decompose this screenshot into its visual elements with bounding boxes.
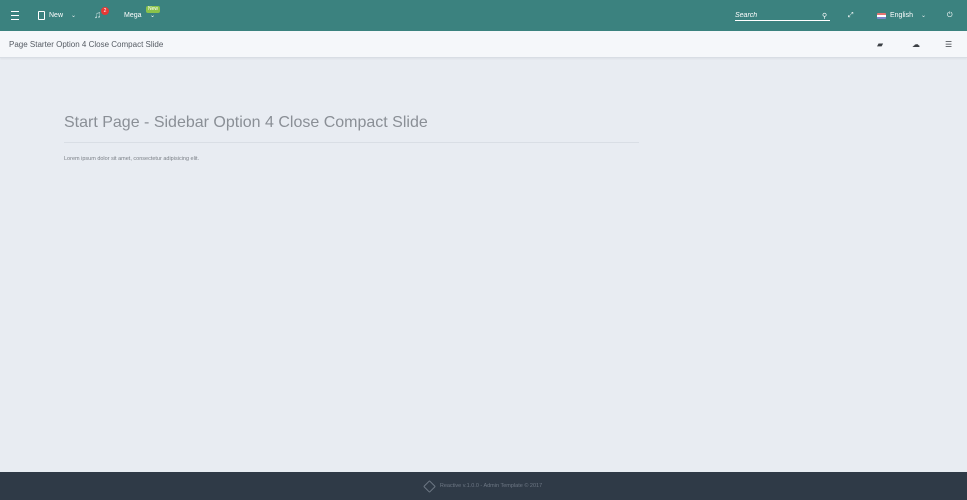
chevron-down-icon: ⌄ (71, 13, 77, 19)
chevron-down-icon: ⌄ (150, 13, 156, 19)
divider (64, 142, 639, 143)
notifications-button[interactable]: ♫ 2 (94, 0, 109, 31)
sliders-icon[interactable]: ☰ (945, 31, 952, 58)
search-field-wrap (735, 0, 830, 31)
footer: Reactive v.1.0.0 - Admin Template © 2017 (0, 472, 967, 500)
page-header-bar: Page Starter Option 4 Close Compact Slid… (0, 31, 967, 58)
document-icon (38, 11, 45, 20)
flag-icon (877, 12, 886, 19)
page-title: Start Page - Sidebar Option 4 Close Comp… (64, 114, 428, 131)
search-icon[interactable]: ⚲ (822, 0, 827, 31)
language-label: English (890, 12, 913, 19)
search-input[interactable] (735, 10, 830, 21)
fullscreen-icon[interactable]: ⤢ (848, 0, 854, 31)
hamburger-icon[interactable] (10, 0, 20, 31)
chevron-down-icon: ⌄ (920, 13, 926, 19)
body-text: Lorem ipsum dolor sit amet, consectetur … (64, 156, 200, 162)
layers-icon (422, 479, 436, 493)
top-navbar: New ⌄ ♫ 2 Mega New ⌄ ⚲ ⤢ English ⌄ ⏻ (0, 0, 967, 31)
new-label: New (49, 12, 64, 19)
logout-icon[interactable]: ⏻ (947, 0, 953, 31)
mega-label: Mega (124, 12, 142, 19)
new-menu-button[interactable]: New ⌄ (38, 0, 76, 31)
notification-badge: 2 (101, 7, 109, 15)
cloud-upload-icon[interactable]: ☁ (912, 31, 920, 58)
mega-menu-button[interactable]: Mega New ⌄ (124, 0, 161, 31)
language-selector[interactable]: English ⌄ (877, 0, 926, 31)
book-icon[interactable]: ▰ (877, 31, 883, 58)
footer-text: Reactive v.1.0.0 - Admin Template © 2017 (439, 483, 543, 489)
breadcrumb: Page Starter Option 4 Close Compact Slid… (9, 40, 164, 49)
